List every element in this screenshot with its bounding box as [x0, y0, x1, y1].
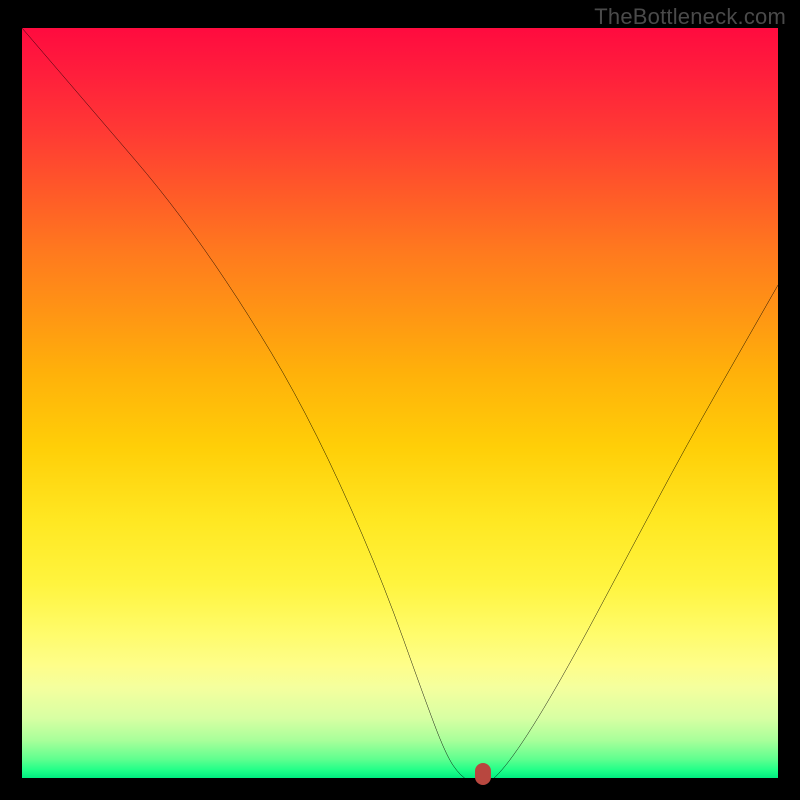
plot-area	[22, 28, 778, 778]
optimum-point-marker	[475, 763, 491, 785]
bottleneck-gradient-bg	[22, 28, 778, 778]
attribution-text: TheBottleneck.com	[594, 4, 786, 30]
chart-container	[22, 28, 778, 778]
